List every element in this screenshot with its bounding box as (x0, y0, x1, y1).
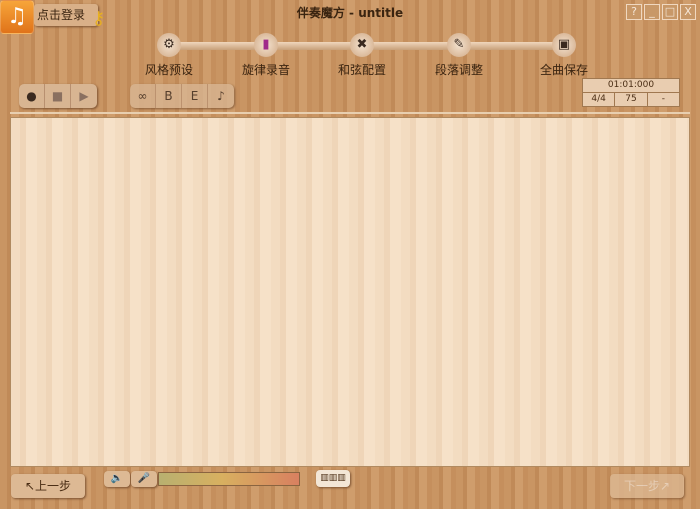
previous-step-button[interactable]: ↖上一步 (11, 474, 85, 498)
piano-keyboard-icon[interactable]: ▥▥▥ (316, 470, 350, 487)
step-label: 风格预设 (124, 61, 214, 78)
time-position: 01:01:000 (583, 79, 679, 92)
position-info-panel: 01:01:000 4/475- (582, 78, 680, 107)
microphone-icon[interactable]: 🎤 (131, 471, 157, 487)
close-button[interactable]: X (680, 4, 696, 20)
minimize-button[interactable]: _ (644, 4, 660, 20)
step-section-adjust[interactable]: ✎ 段落调整 (414, 33, 504, 78)
time-signature: 4/4 (583, 92, 615, 106)
marker-e-icon[interactable]: E (182, 84, 208, 108)
tools-group: ∞ B E ♪ (130, 84, 234, 108)
record-icon[interactable]: ● (19, 84, 45, 108)
step-chord-config[interactable]: ✖ 和弦配置 (317, 33, 407, 78)
tempo: 75 (615, 92, 647, 106)
step-label: 和弦配置 (317, 61, 407, 78)
gear-icon: ⚙ (157, 33, 181, 57)
stop-icon[interactable]: ■ (45, 84, 71, 108)
folder-chart-icon: ▮ (254, 33, 278, 57)
play-icon[interactable]: ▶ (71, 84, 97, 108)
step-melody-record[interactable]: ▮ 旋律录音 (221, 33, 311, 78)
edit-icon: ✎ (447, 33, 471, 57)
speaker-icon[interactable]: 🔈 (104, 471, 130, 487)
link-icon[interactable]: ∞ (130, 84, 156, 108)
window-title: 伴奏魔方 - untitle (0, 4, 700, 21)
key: - (648, 92, 679, 106)
divider (10, 112, 690, 114)
window-controls: ? _ □ X (626, 4, 696, 20)
notes-icon[interactable]: ♪ (208, 84, 234, 108)
step-label: 段落调整 (414, 61, 504, 78)
maximize-button[interactable]: □ (662, 4, 678, 20)
save-icon: ▣ (552, 33, 576, 57)
step-save-song[interactable]: ▣ 全曲保存 (519, 33, 609, 78)
level-meter (158, 472, 300, 486)
step-style-preset[interactable]: ⚙ 风格预设 (124, 33, 214, 78)
editor-area[interactable] (10, 117, 690, 467)
help-button[interactable]: ? (626, 4, 642, 20)
tools-icon: ✖ (350, 33, 374, 57)
transport-group: ● ■ ▶ (19, 84, 97, 108)
next-step-button[interactable]: 下一步↗ (610, 474, 684, 498)
step-label: 旋律录音 (221, 61, 311, 78)
marker-b-icon[interactable]: B (156, 84, 182, 108)
step-label: 全曲保存 (519, 61, 609, 78)
